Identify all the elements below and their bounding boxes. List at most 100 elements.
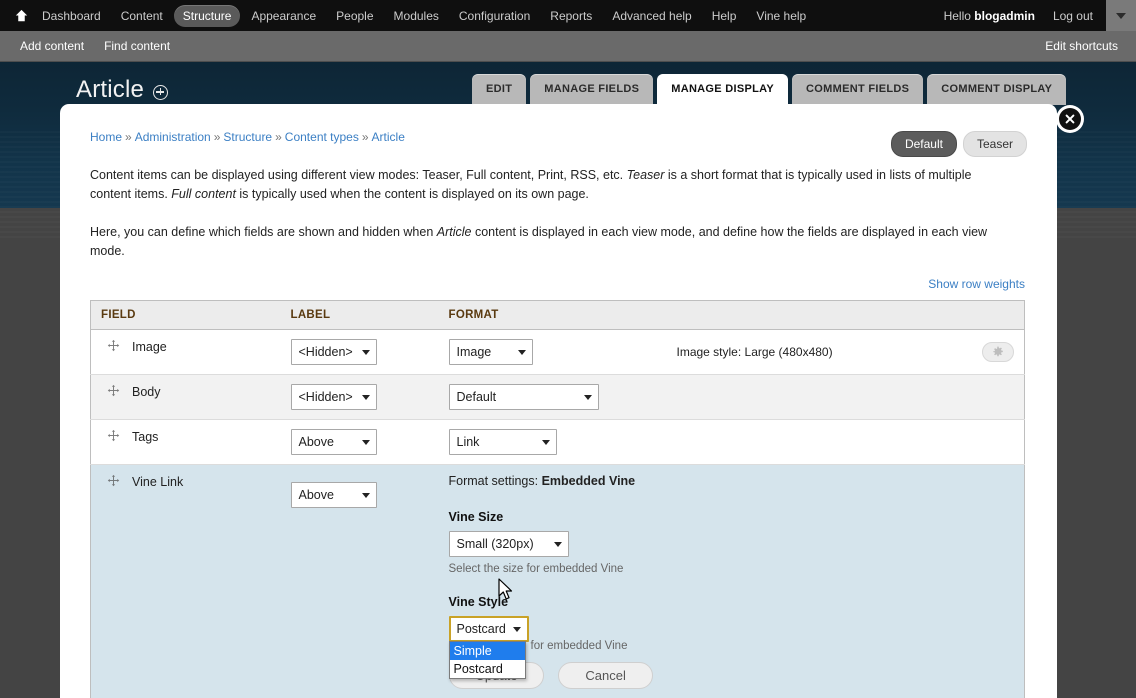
show-row-weights-link[interactable]: Show row weights: [90, 277, 1027, 291]
vine-style-label: Vine Style: [448, 595, 509, 609]
vine-size-select[interactable]: Small (320px): [448, 531, 569, 557]
dropdown-option-postcard[interactable]: Postcard: [450, 660, 525, 678]
drag-handle-icon[interactable]: [107, 339, 120, 355]
format-settings-title: Format settings: Embedded Vine: [449, 474, 1015, 488]
toolbar-item-dashboard[interactable]: Dashboard: [33, 5, 110, 27]
table-row: Image <Hidden> Image Image style: Large (48…: [90, 329, 1025, 375]
gear-icon[interactable]: [982, 342, 1014, 362]
drag-handle-icon[interactable]: [107, 384, 120, 400]
format-select[interactable]: Image: [448, 339, 533, 365]
desc1-part-a: Content items can be displayed using dif…: [90, 168, 627, 182]
desc2-em-article: Article: [436, 225, 472, 239]
table-row: Tags Above Link: [90, 419, 1025, 465]
cell-label: <Hidden>: [280, 374, 439, 420]
label-select[interactable]: <Hidden>: [290, 339, 377, 365]
toolbar-item-content[interactable]: Content: [112, 5, 172, 27]
chevron-down-icon: [553, 542, 562, 547]
chevron-down-icon[interactable]: [1106, 0, 1136, 31]
toolbar-item-structure[interactable]: Structure: [173, 4, 241, 27]
cell-field: Vine Link: [90, 464, 281, 698]
logout-link[interactable]: Log out: [1044, 5, 1102, 27]
toolbar-item-appearance[interactable]: Appearance: [242, 5, 325, 27]
label-select[interactable]: Above: [290, 429, 377, 455]
cancel-button[interactable]: Cancel: [558, 662, 653, 689]
username: blogadmin: [974, 8, 1035, 23]
format-select[interactable]: Default: [448, 384, 599, 410]
field-label: Image: [132, 340, 167, 354]
edit-shortcuts-link[interactable]: Edit shortcuts: [1035, 39, 1136, 53]
toolbar-item-help[interactable]: Help: [703, 5, 746, 27]
toolbar-item-advanced-help[interactable]: Advanced help: [603, 5, 700, 27]
description-paragraph-1: Content items can be displayed using dif…: [90, 166, 1005, 204]
cell-field: Tags: [90, 419, 281, 465]
label-select-value: <Hidden>: [298, 390, 353, 404]
format-select-value: Image: [456, 345, 492, 359]
greeting-prefix: Hello: [943, 8, 975, 23]
breadcrumb-link-structure[interactable]: Structure: [223, 130, 272, 144]
view-mode-switcher: Default Teaser: [890, 131, 1027, 157]
shortcut-item-add-content[interactable]: Add content: [10, 39, 94, 53]
label-select-value: <Hidden>: [298, 345, 353, 359]
drag-handle-icon[interactable]: [107, 429, 120, 445]
format-settings-prefix: Format settings:: [448, 474, 542, 488]
vine-style-select[interactable]: Postcard: [448, 616, 529, 642]
cell-format: Default: [438, 374, 1025, 420]
cell-format: Image Image style: Large (480x480): [438, 329, 1025, 375]
tab-edit[interactable]: EDIT: [472, 74, 527, 105]
tab-comment-fields[interactable]: COMMENT FIELDS: [792, 74, 924, 105]
vine-size-select-value: Small (320px): [456, 537, 534, 551]
plus-circle-icon[interactable]: [153, 84, 169, 100]
field-label: Vine Link: [132, 475, 184, 489]
breadcrumb-link-article[interactable]: Article: [372, 130, 405, 144]
description-paragraph-2: Here, you can define which fields are sh…: [90, 223, 1005, 261]
label-select[interactable]: <Hidden>: [290, 384, 377, 410]
format-settings-name: Embedded Vine: [541, 474, 636, 488]
tab-manage-fields[interactable]: MANAGE FIELDS: [530, 74, 654, 105]
toolbar-item-vine-help[interactable]: Vine help: [747, 5, 815, 27]
chevron-down-icon: [361, 493, 370, 498]
toolbar-item-people[interactable]: People: [327, 5, 382, 27]
close-icon[interactable]: [1059, 108, 1081, 130]
view-mode-default[interactable]: Default: [890, 131, 957, 157]
admin-toolbar: Dashboard Content Structure Appearance Peopl…: [0, 0, 1136, 31]
shortcut-item-find-content[interactable]: Find content: [94, 39, 180, 53]
chevron-down-icon: [583, 395, 592, 400]
page-title-text: Article: [76, 76, 145, 103]
toolbar-item-reports[interactable]: Reports: [541, 5, 601, 27]
table-row: Body <Hidden> Default: [90, 374, 1025, 420]
chevron-down-icon: [361, 440, 370, 445]
chevron-down-icon: [541, 440, 550, 445]
vine-style-select-value: Postcard: [456, 622, 506, 636]
chevron-down-icon: [517, 350, 526, 355]
format-select-value: Default: [456, 390, 497, 404]
label-select[interactable]: Above: [290, 482, 377, 508]
table-row-vine-link: Vine Link Above Format settings: Embedded …: [90, 464, 1025, 698]
toolbar-item-configuration[interactable]: Configuration: [450, 5, 539, 27]
toolbar-item-modules[interactable]: Modules: [385, 5, 448, 27]
tab-manage-display[interactable]: MANAGE DISPLAY: [657, 74, 789, 105]
vine-style-group: Vine Style Postcard for embedded Vine Simpl…: [448, 595, 1015, 679]
desc1-part-c: is typically used when the content is di…: [235, 187, 589, 201]
desc2-part-a: Here, you can define which fields are sh…: [90, 225, 437, 239]
vine-style-dropdown-list[interactable]: Simple Postcard: [448, 641, 526, 679]
breadcrumb-link-administration[interactable]: Administration: [135, 130, 211, 144]
dropdown-option-simple[interactable]: Simple: [449, 642, 525, 660]
chevron-down-icon: [361, 395, 370, 400]
breadcrumb-link-content-types[interactable]: Content types: [285, 130, 359, 144]
breadcrumb-separator: »: [213, 130, 221, 144]
breadcrumb-separator: »: [275, 130, 282, 144]
overlay-panel: Home» Administration» Structure» Content ty…: [60, 104, 1057, 698]
format-summary: Image style: Large (480x480): [676, 345, 833, 359]
format-select[interactable]: Link: [448, 429, 557, 455]
page-title: Article: [76, 76, 169, 104]
cell-format-settings: Format settings: Embedded Vine Vine Size S…: [438, 464, 1025, 698]
breadcrumb: Home» Administration» Structure» Content ty…: [90, 130, 1027, 144]
home-icon[interactable]: [0, 9, 32, 22]
user-greeting[interactable]: Hello blogadmin: [935, 5, 1044, 27]
label-select-value: Above: [298, 488, 334, 502]
tab-comment-display[interactable]: COMMENT DISPLAY: [927, 74, 1067, 105]
view-mode-teaser[interactable]: Teaser: [962, 131, 1027, 157]
breadcrumb-link-home[interactable]: Home: [90, 130, 122, 144]
drag-handle-icon[interactable]: [107, 474, 120, 490]
field-label: Tags: [132, 430, 159, 444]
